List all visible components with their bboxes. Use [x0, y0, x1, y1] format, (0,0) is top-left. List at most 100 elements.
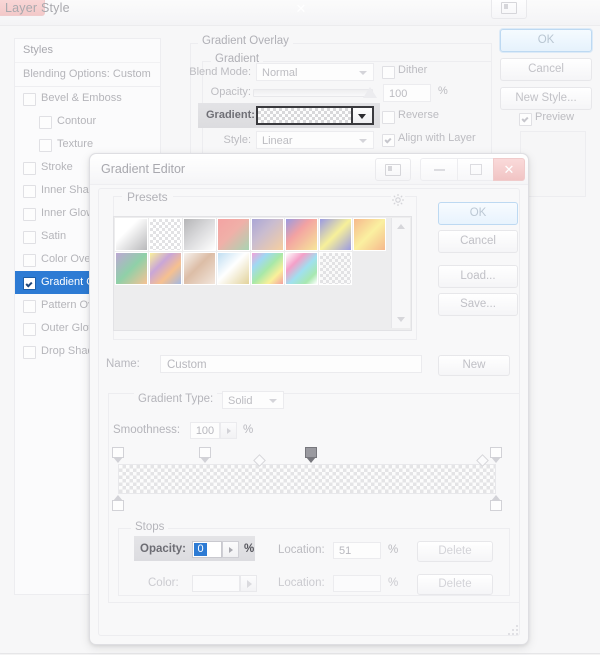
- color-stop-handle[interactable]: [490, 495, 502, 511]
- layer-style-cancel-button[interactable]: Cancel: [500, 58, 592, 81]
- opacity-stop-handle[interactable]: [112, 447, 124, 463]
- sidebar-item-bevel-emboss[interactable]: Bevel & Emboss: [15, 87, 160, 110]
- preset-swatch[interactable]: [319, 252, 352, 285]
- stop-location-input[interactable]: 51: [333, 542, 381, 559]
- blend-mode-value: Normal: [262, 67, 298, 79]
- stop-color-arrow[interactable]: [240, 575, 257, 592]
- stops-legend: Stops: [131, 521, 169, 533]
- sidebar-item-contour[interactable]: Contour: [15, 110, 160, 133]
- chevron-down-icon: [359, 71, 367, 75]
- scroll-down-arrow-icon[interactable]: [392, 312, 410, 327]
- preset-swatch[interactable]: [183, 252, 216, 285]
- gradient-editor-titlebar[interactable]: Gradient Editor ✕: [90, 154, 528, 185]
- sidebar-item-label: Stroke: [41, 161, 73, 173]
- color-stop-handle[interactable]: [112, 495, 124, 511]
- checkbox-gradient-overlay[interactable]: [23, 277, 36, 290]
- reverse-checkbox[interactable]: [382, 111, 395, 124]
- checkbox-satin[interactable]: [23, 231, 36, 244]
- checkbox-bevel-emboss[interactable]: [23, 93, 36, 106]
- layer-style-ok-button[interactable]: OK: [500, 29, 592, 52]
- opacity-stop-handle[interactable]: [304, 447, 317, 463]
- help-icon: [376, 159, 410, 180]
- name-input[interactable]: Custom: [160, 355, 422, 373]
- gradient-type-value: Solid: [228, 395, 253, 407]
- smoothness-label: Smoothness:: [113, 424, 181, 436]
- scroll-up-arrow-icon[interactable]: [392, 219, 410, 234]
- close-button[interactable]: ✕: [0, 0, 306, 16]
- gradient-swatch-button[interactable]: [256, 106, 374, 125]
- maximize-button[interactable]: [457, 158, 495, 181]
- sidebar-item-label: Contour: [57, 115, 97, 127]
- save-button[interactable]: Save...: [438, 293, 518, 316]
- checkbox-contour[interactable]: [39, 116, 52, 129]
- preset-swatch[interactable]: [217, 218, 250, 251]
- opacity-label: Opacity:: [210, 86, 251, 98]
- gradient-bar[interactable]: [118, 464, 496, 494]
- presets-legend: Presets: [122, 190, 173, 204]
- close-button[interactable]: ✕: [493, 158, 525, 181]
- gradient-type-select[interactable]: Solid: [222, 391, 284, 409]
- sidebar-item-label: Satin: [41, 230, 67, 242]
- gradient-editor-cancel-button[interactable]: Cancel: [438, 230, 518, 253]
- gradient-dropdown-arrow[interactable]: [351, 108, 372, 123]
- checkbox-inner-shadow[interactable]: [23, 185, 36, 198]
- preset-swatch[interactable]: [251, 218, 284, 251]
- preset-swatch[interactable]: [149, 218, 182, 251]
- gradient-preview-swatch: [258, 108, 354, 123]
- preset-swatch[interactable]: [251, 252, 284, 285]
- load-button[interactable]: Load...: [438, 265, 518, 288]
- blend-mode-select[interactable]: Normal: [256, 63, 374, 81]
- close-icon: ✕: [503, 161, 515, 177]
- chevron-down-icon: [269, 399, 277, 403]
- chevron-down-icon: [359, 139, 367, 143]
- preset-swatch[interactable]: [285, 252, 318, 285]
- sidebar-item-styles[interactable]: Styles: [15, 39, 160, 63]
- preview-checkbox[interactable]: [519, 113, 532, 126]
- preset-swatch[interactable]: [319, 218, 352, 251]
- smoothness-stepper[interactable]: [220, 422, 237, 439]
- preview-thumbnail: [520, 131, 586, 197]
- preset-swatch[interactable]: [285, 218, 318, 251]
- opacity-stop-handle[interactable]: [490, 447, 502, 463]
- smoothness-input[interactable]: 100: [190, 422, 220, 439]
- resize-grip[interactable]: [508, 625, 519, 636]
- checkbox-pattern-overlay[interactable]: [23, 300, 36, 313]
- checkbox-outer-glow[interactable]: [23, 323, 36, 336]
- checkbox-inner-glow[interactable]: [23, 208, 36, 221]
- style-select[interactable]: Linear: [256, 131, 374, 149]
- help-button[interactable]: [375, 158, 411, 181]
- presets-scrollbar[interactable]: [391, 218, 410, 328]
- stop-color-swatch[interactable]: [192, 575, 240, 592]
- presets-panel[interactable]: [113, 216, 412, 331]
- checkbox-drop-shadow[interactable]: [23, 346, 36, 359]
- preset-swatch[interactable]: [217, 252, 250, 285]
- opacity-slider-thumb[interactable]: [363, 87, 377, 98]
- opacity-slider[interactable]: [253, 89, 373, 97]
- minimize-button[interactable]: [420, 158, 459, 181]
- checkbox-stroke[interactable]: [23, 162, 36, 175]
- opacity-input[interactable]: 100: [383, 84, 431, 102]
- sidebar-item-blending-options[interactable]: Blending Options: Custom: [15, 63, 160, 87]
- align-with-layer-checkbox[interactable]: [382, 134, 395, 147]
- gear-icon[interactable]: [391, 193, 405, 207]
- stop-color-location-input[interactable]: [333, 575, 381, 592]
- preset-swatch[interactable]: [115, 218, 148, 251]
- preset-swatch[interactable]: [183, 218, 216, 251]
- new-style-button[interactable]: New Style...: [500, 87, 592, 110]
- layer-style-titlebar[interactable]: Layer Style ✕: [0, 0, 600, 26]
- opacity-stop-handle[interactable]: [198, 447, 211, 463]
- gradient-editor-ok-button[interactable]: OK: [438, 202, 518, 225]
- delete-color-stop-button[interactable]: Delete: [417, 574, 493, 595]
- delete-opacity-stop-button[interactable]: Delete: [417, 541, 493, 562]
- preset-swatch[interactable]: [149, 252, 182, 285]
- preset-swatch[interactable]: [115, 252, 148, 285]
- checkbox-texture[interactable]: [39, 139, 52, 152]
- preset-swatch[interactable]: [353, 218, 386, 251]
- dither-checkbox[interactable]: [382, 66, 395, 79]
- name-label: Name:: [106, 358, 140, 370]
- sidebar-item-label: Bevel & Emboss: [41, 92, 122, 104]
- checkbox-color-overlay[interactable]: [23, 254, 36, 267]
- new-preset-button[interactable]: New: [438, 355, 510, 376]
- stop-opacity-stepper[interactable]: [222, 541, 239, 558]
- stop-opacity-input[interactable]: 0: [192, 541, 222, 558]
